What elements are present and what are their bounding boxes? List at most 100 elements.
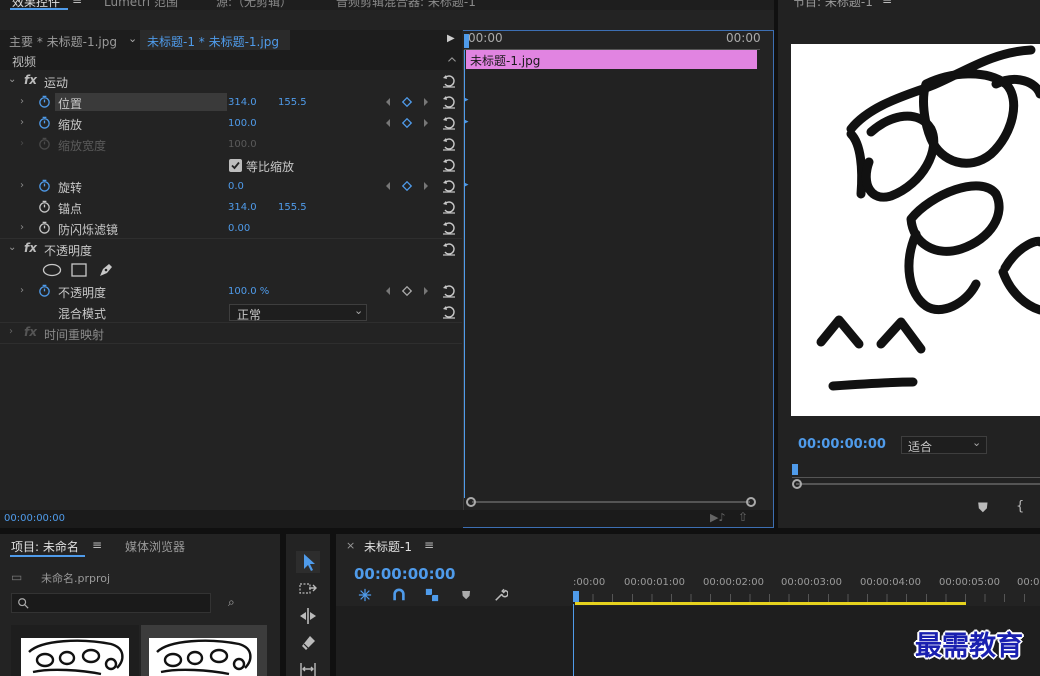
timeline-timecode[interactable]: 00:00:00:00	[354, 565, 456, 583]
stopwatch-icon[interactable]	[38, 116, 51, 129]
opacity-effect-row[interactable]: ⌄ fx 不透明度	[0, 239, 462, 260]
program-scrollbar[interactable]	[792, 478, 1040, 490]
rotation-row[interactable]: › 旋转 0.0	[0, 176, 462, 197]
expand-chevron-icon[interactable]: ›	[20, 222, 24, 233]
tab-lumetri[interactable]: Lumetri 范围	[104, 0, 178, 10]
fx-icon[interactable]: fx	[24, 73, 37, 87]
add-marker-icon[interactable]: ⛊	[978, 501, 988, 516]
scrollbar-left-handle[interactable]	[792, 479, 802, 489]
linked-selection-icon[interactable]	[425, 588, 439, 602]
reset-icon[interactable]	[442, 74, 456, 88]
scale-value[interactable]: 100.0	[228, 118, 257, 129]
playhead-marker[interactable]	[573, 591, 579, 602]
tab-menu-icon[interactable]: ≡	[72, 0, 82, 7]
video-section-row: 视频	[0, 50, 462, 70]
expand-chevron-icon[interactable]: ›	[20, 285, 24, 296]
uniform-scale-checkbox[interactable]	[229, 159, 242, 172]
fit-select[interactable]: 适合 ⌄	[901, 436, 987, 454]
expand-chevron-icon[interactable]: ›	[9, 326, 13, 337]
scale-row[interactable]: › 缩放 100.0	[0, 113, 462, 134]
anchor-x-value[interactable]: 314.0	[228, 202, 257, 213]
collapse-chevron-icon[interactable]: ⌄	[8, 242, 16, 253]
reset-icon[interactable]	[442, 116, 456, 130]
ellipse-mask-icon[interactable]	[42, 263, 62, 277]
collapse-chevron-icon[interactable]: ⌄	[8, 74, 16, 85]
reset-icon[interactable]	[442, 284, 456, 298]
selection-tool[interactable]	[296, 551, 320, 573]
keyframe-navigator[interactable]	[386, 117, 432, 129]
stopwatch-icon[interactable]	[38, 95, 51, 108]
tab-menu-icon[interactable]: ≡	[92, 538, 102, 552]
tab-media-browser[interactable]: 媒体浏览器	[125, 538, 185, 555]
project-thumbnail[interactable]	[141, 625, 267, 676]
position-y-value[interactable]: 155.5	[278, 97, 307, 108]
track-select-tool[interactable]	[296, 578, 320, 600]
project-search-input[interactable]	[11, 593, 211, 613]
reset-icon[interactable]	[442, 305, 456, 319]
keyframe-navigator[interactable]	[386, 285, 432, 297]
pen-mask-icon[interactable]	[98, 262, 114, 278]
playhead-marker[interactable]	[792, 464, 798, 475]
expand-chevron-icon[interactable]: ›	[20, 180, 24, 191]
anchor-y-value[interactable]: 155.5	[278, 202, 307, 213]
keyframe-navigator[interactable]	[386, 180, 432, 192]
stopwatch-icon[interactable]	[38, 179, 51, 192]
anti-flicker-value[interactable]: 0.00	[228, 223, 250, 234]
reset-icon[interactable]	[442, 221, 456, 235]
tab-audio-mixer[interactable]: 音频剪辑混合器: 未标题-1	[336, 0, 476, 10]
tab-program[interactable]: 节目: 未标题-1	[793, 0, 873, 10]
chevron-down-icon[interactable]: ⌄	[128, 32, 137, 45]
stopwatch-icon[interactable]	[38, 284, 51, 297]
motion-effect-row[interactable]: ⌄ fx 运动	[0, 71, 462, 92]
expand-chevron-icon[interactable]: ›	[20, 138, 24, 149]
expand-chevron-icon[interactable]: ›	[20, 117, 24, 128]
opacity-row[interactable]: › 不透明度 100.0 %	[0, 281, 462, 302]
tab-source[interactable]: 源:（无剪辑）	[216, 0, 292, 10]
stopwatch-icon[interactable]	[38, 200, 51, 213]
reset-icon[interactable]	[442, 242, 456, 256]
snap-magnet-icon[interactable]	[392, 588, 406, 602]
work-area-bar[interactable]	[575, 602, 966, 605]
reset-icon[interactable]	[442, 95, 456, 109]
scroll-up-icon[interactable]	[447, 55, 457, 65]
keyframe-navigator[interactable]	[386, 96, 432, 108]
rotation-value[interactable]: 0.0	[228, 181, 244, 192]
slip-tool[interactable]	[296, 659, 320, 676]
sequence-clip-tab[interactable]: 未标题-1 * 未标题-1.jpg	[140, 30, 290, 50]
add-marker-icon[interactable]: ⛊	[462, 589, 470, 603]
program-timecode[interactable]: 00:00:00:00	[798, 437, 886, 452]
reset-icon[interactable]	[442, 158, 456, 172]
reset-icon[interactable]	[442, 137, 456, 151]
tab-menu-icon[interactable]: ≡	[424, 538, 434, 552]
fx-icon[interactable]: fx	[24, 241, 37, 255]
play-only-audio-icon[interactable]: ▶	[447, 33, 455, 44]
rectangle-mask-icon[interactable]	[71, 263, 87, 277]
project-thumbnail[interactable]	[11, 625, 139, 676]
expand-chevron-icon[interactable]: ›	[20, 96, 24, 107]
effect-controls-timecode[interactable]: 00:00:00:00	[4, 513, 65, 524]
tab-menu-icon[interactable]: ≡	[882, 0, 892, 7]
nest-sequence-icon[interactable]	[358, 588, 372, 602]
wrench-icon[interactable]	[494, 588, 508, 602]
position-row[interactable]: › 位置 314.0 155.5	[0, 92, 462, 113]
close-icon[interactable]: ×	[346, 539, 355, 552]
sequence-tab-label[interactable]: 未标题-1	[364, 538, 412, 555]
scale-width-row[interactable]: › 缩放宽度 100.0	[0, 134, 462, 155]
anti-flicker-row[interactable]: › 防闪烁滤镜 0.00	[0, 218, 462, 239]
reset-icon[interactable]	[442, 179, 456, 193]
tab-project[interactable]: 项目: 未命名	[11, 538, 79, 555]
program-time-ruler[interactable]	[792, 464, 1040, 478]
reset-icon[interactable]	[442, 200, 456, 214]
ripple-edit-tool[interactable]	[296, 605, 320, 627]
mark-in-icon[interactable]: {	[1016, 499, 1024, 514]
anchor-row[interactable]: 锚点 314.0 155.5	[0, 197, 462, 218]
blend-mode-select[interactable]: 正常 ⌄	[229, 304, 367, 322]
stopwatch-icon[interactable]	[38, 221, 51, 234]
time-remap-row[interactable]: › fx 时间重映射	[0, 323, 462, 344]
position-x-value[interactable]: 314.0	[228, 97, 257, 108]
timeline-ruler[interactable]: :00:00 00:00:01:00 00:00:02:00 00:00:03:…	[573, 574, 1040, 604]
razor-tool[interactable]	[296, 632, 320, 654]
new-bin-icon[interactable]: ⌕	[228, 595, 235, 610]
master-clip-label[interactable]: 主要 * 未标题-1.jpg	[9, 33, 117, 50]
opacity-value[interactable]: 100.0 %	[228, 286, 269, 297]
